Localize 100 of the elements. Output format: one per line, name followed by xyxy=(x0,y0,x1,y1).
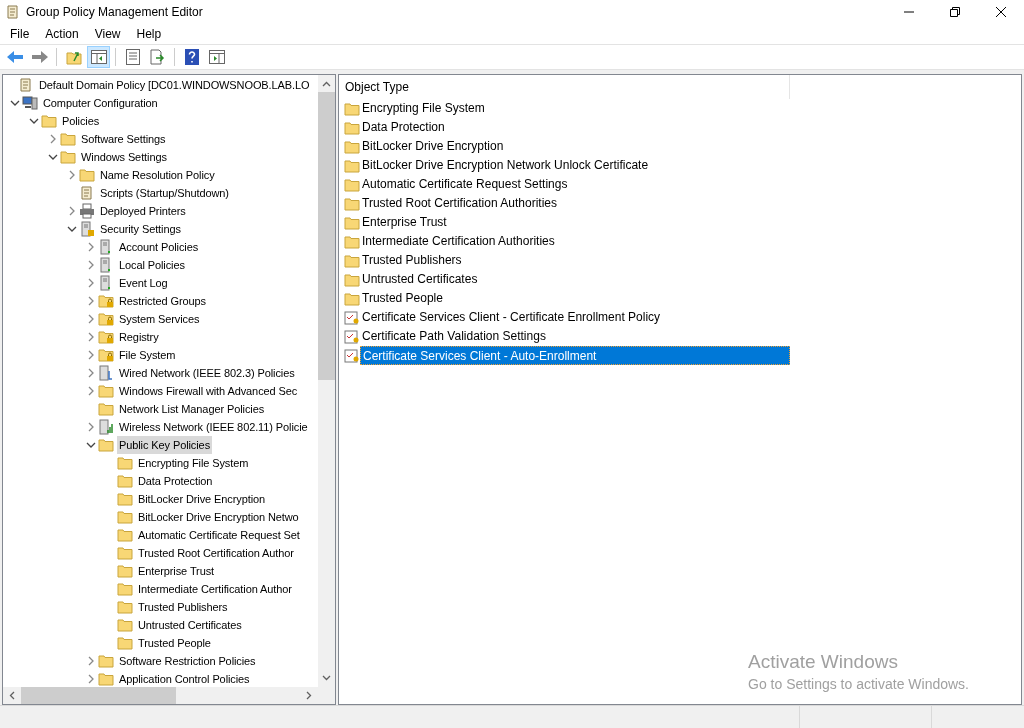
tree-item[interactable]: Default Domain Policy [DC01.WINDOWSNOOB.LAB.LO xyxy=(37,76,312,94)
folder-icon xyxy=(117,600,133,614)
tree-item[interactable]: Windows Settings xyxy=(79,148,169,166)
folder-icon xyxy=(344,177,360,192)
tree-item[interactable]: Software Settings xyxy=(79,130,168,148)
restore-icon xyxy=(950,7,960,17)
folder-icon xyxy=(117,582,133,596)
folder-icon xyxy=(344,139,360,154)
tree-item[interactable]: Intermediate Certification Author xyxy=(136,580,294,598)
tree-item[interactable]: Network List Manager Policies xyxy=(117,400,267,418)
tree-item[interactable]: Security Settings xyxy=(98,220,183,238)
tree-item[interactable]: Wired Network (IEEE 802.3) Policies xyxy=(117,364,297,382)
tree-item[interactable]: Trusted Publishers xyxy=(136,598,230,616)
vertical-scrollbar[interactable] xyxy=(318,75,335,687)
activation-message: Go to Settings to activate Windows. xyxy=(748,675,969,694)
scroll-right-icon xyxy=(306,691,312,700)
list-item[interactable]: BitLocker Drive Encryption xyxy=(360,137,790,156)
tree-item[interactable]: File System xyxy=(117,346,178,364)
scrollbar-thumb[interactable] xyxy=(21,687,176,704)
collapse-chevron-icon[interactable] xyxy=(9,98,20,108)
folder-icon xyxy=(117,618,133,632)
tree-item[interactable]: Wireless Network (IEEE 802.11) Policie xyxy=(117,418,310,436)
folder-icon xyxy=(344,253,360,268)
folder-icon xyxy=(117,564,133,578)
tree-item[interactable]: Policies xyxy=(60,112,102,130)
activation-title: Activate Windows xyxy=(748,650,899,674)
tree-item[interactable]: Account Policies xyxy=(117,238,201,256)
list-item[interactable]: Intermediate Certification Authorities xyxy=(360,232,790,251)
network-icon xyxy=(98,365,114,381)
menu-item[interactable]: File xyxy=(2,24,38,44)
folder-icon xyxy=(117,510,133,524)
tree-item[interactable]: BitLocker Drive Encryption Netwo xyxy=(136,508,301,526)
menu-item[interactable]: Action xyxy=(37,24,87,44)
list-item[interactable]: Data Protection xyxy=(360,118,790,137)
tree-item[interactable]: Enterprise Trust xyxy=(136,562,217,580)
list-item[interactable]: Automatic Certificate Request Settings xyxy=(360,175,790,194)
tree-item[interactable]: Software Restriction Policies xyxy=(117,652,258,670)
tree-item[interactable]: Trusted People xyxy=(136,634,213,652)
tree-item[interactable]: Application Control Policies xyxy=(117,670,252,687)
tree-item[interactable]: Trusted Root Certification Author xyxy=(136,544,296,562)
list-item[interactable]: Trusted Publishers xyxy=(360,251,790,270)
list-item[interactable]: Enterprise Trust xyxy=(360,213,790,232)
list-item[interactable]: Trusted People xyxy=(360,289,790,308)
collapse-chevron-icon[interactable] xyxy=(66,224,77,234)
folder-icon xyxy=(79,168,95,182)
list-item[interactable]: Untrusted Certificates xyxy=(360,270,790,289)
tree-item[interactable]: Computer Configuration xyxy=(41,94,160,112)
folder-up-icon xyxy=(65,49,82,65)
locked-folder-icon xyxy=(98,330,114,344)
tree-item[interactable]: BitLocker Drive Encryption xyxy=(136,490,267,508)
locked-folder-icon xyxy=(98,312,114,326)
folder-icon xyxy=(344,234,360,249)
horizontal-scrollbar[interactable] xyxy=(3,687,335,704)
scrollbar-thumb[interactable] xyxy=(318,92,335,380)
back-arrow-icon xyxy=(5,50,24,64)
column-header[interactable]: Object Type xyxy=(339,75,790,99)
tree-item[interactable]: System Services xyxy=(117,310,202,328)
tree-item[interactable]: Local Policies xyxy=(117,256,187,274)
export-icon xyxy=(149,49,166,65)
tree-item[interactable]: Untrusted Certificates xyxy=(136,616,244,634)
scroll-left-icon xyxy=(9,691,15,700)
tree-item[interactable]: Restricted Groups xyxy=(117,292,208,310)
certificate-icon xyxy=(344,309,360,326)
folder-icon xyxy=(60,150,76,164)
folder-icon xyxy=(117,492,133,506)
scroll-up-icon xyxy=(322,81,331,87)
list-item[interactable]: Encrypting File System xyxy=(360,99,790,118)
menu-item[interactable]: Help xyxy=(128,24,170,44)
collapse-chevron-icon[interactable] xyxy=(85,440,96,450)
folder-icon xyxy=(344,291,360,306)
folder-icon xyxy=(344,215,360,230)
folder-icon xyxy=(41,114,57,128)
tree-item[interactable]: Event Log xyxy=(117,274,170,292)
tree-item[interactable]: Windows Firewall with Advanced Sec xyxy=(117,382,300,400)
collapse-chevron-icon[interactable] xyxy=(28,116,39,126)
list-item[interactable]: BitLocker Drive Encryption Network Unlock Certificate xyxy=(360,156,790,175)
folder-icon xyxy=(344,120,360,135)
tree-item[interactable]: Automatic Certificate Request Set xyxy=(136,526,302,544)
scroll-icon xyxy=(5,4,21,20)
list-item[interactable]: Certificate Services Client - Certificate Enrollment Policy xyxy=(360,308,790,327)
computer-icon xyxy=(22,95,38,111)
folder-icon xyxy=(117,546,133,560)
document-icon xyxy=(125,49,140,65)
list-item[interactable]: Certificate Path Validation Settings xyxy=(360,327,790,346)
scroll-icon xyxy=(18,77,34,93)
tree-item[interactable]: Deployed Printers xyxy=(98,202,188,220)
tree-item[interactable]: Scripts (Startup/Shutdown) xyxy=(98,184,231,202)
list-item[interactable]: Trusted Root Certification Authorities xyxy=(360,194,790,213)
folder-icon xyxy=(60,132,76,146)
tree-item[interactable]: Registry xyxy=(117,328,161,346)
collapse-chevron-icon[interactable] xyxy=(47,152,58,162)
tree-item[interactable]: Name Resolution Policy xyxy=(98,166,217,184)
folder-icon xyxy=(117,528,133,542)
tree-item[interactable]: Data Protection xyxy=(136,472,215,490)
folder-icon xyxy=(117,456,133,470)
toolbar-button[interactable] xyxy=(87,46,110,68)
tree-item[interactable]: Encrypting File System xyxy=(136,454,251,472)
tree-item[interactable]: Public Key Policies xyxy=(117,436,213,454)
menu-item[interactable]: View xyxy=(86,24,129,44)
list-item[interactable]: Certificate Services Client - Auto-Enrollment xyxy=(360,346,790,365)
